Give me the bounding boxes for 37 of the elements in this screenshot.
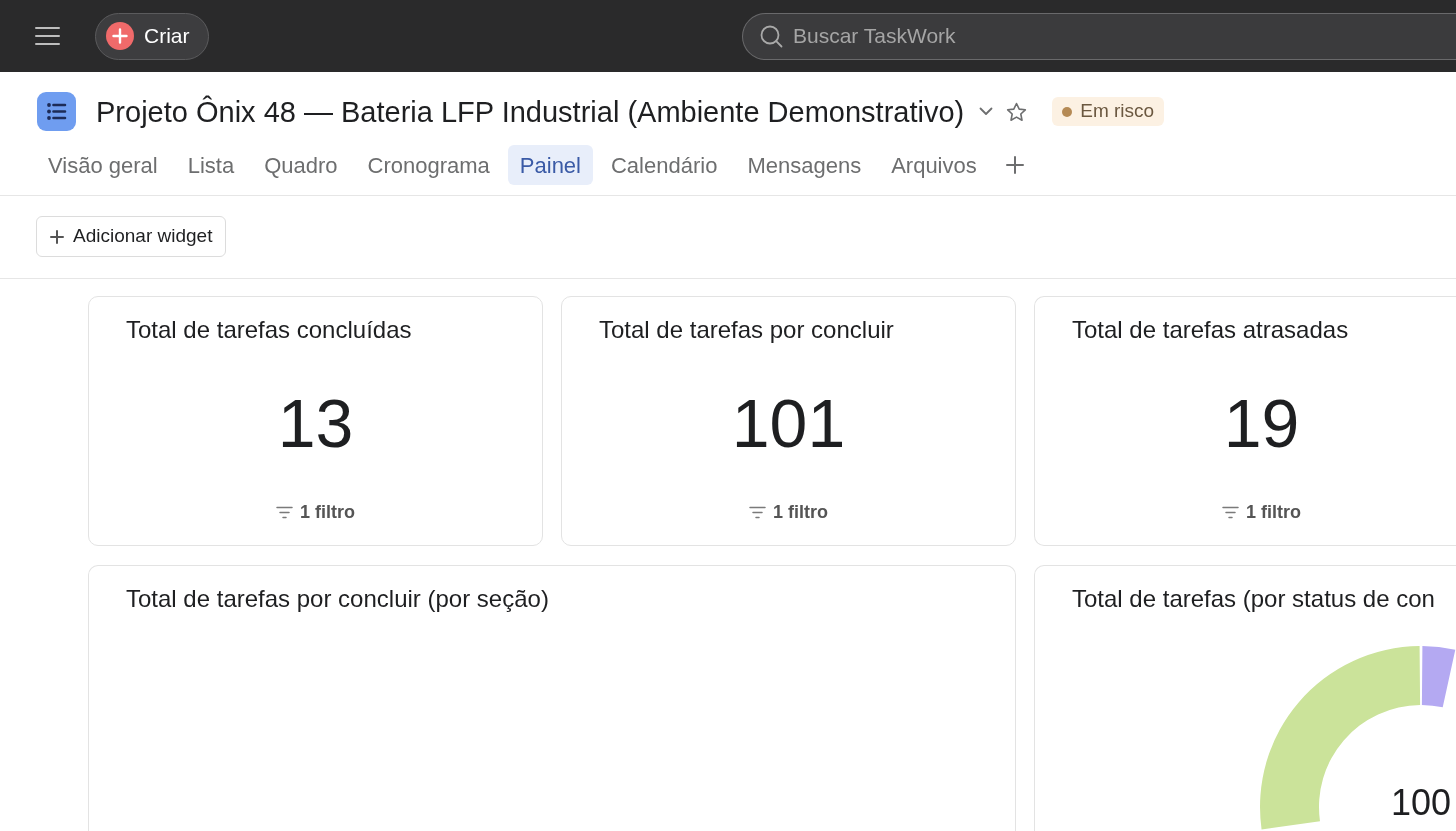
chevron-down-icon[interactable] [979, 107, 994, 116]
tab[interactable]: Quadro [252, 145, 350, 185]
search-icon [760, 24, 783, 48]
add-widget-button[interactable]: Adicionar widget [36, 216, 227, 257]
filter-icon [749, 505, 766, 519]
menu-icon[interactable] [35, 26, 60, 46]
star-icon[interactable] [1006, 101, 1028, 122]
filter-icon [276, 505, 293, 519]
tab[interactable]: Cronograma [355, 145, 502, 185]
card-title: Total de tarefas (por status de con [1072, 584, 1435, 614]
tab[interactable]: Painel [507, 145, 593, 185]
card-title: Total de tarefas atrasadas [1072, 315, 1349, 345]
tab[interactable]: Lista [175, 145, 247, 185]
tab[interactable]: Visão geral [36, 145, 170, 185]
filter-label[interactable]: 1 filtro [300, 500, 355, 524]
plus-icon[interactable] [1005, 156, 1024, 174]
status-label: Em risco [1080, 99, 1155, 124]
project-title: Projeto Ônix 48 — Bateria LFP Industrial (Ambiente Demonstrativo) [96, 94, 965, 130]
card-title: Total de tarefas concluídas [126, 315, 412, 345]
metric-value: 19 [1223, 384, 1300, 463]
filter-label[interactable]: 1 filtro [1246, 500, 1301, 524]
filter-icon [1222, 505, 1239, 519]
filter-label[interactable]: 1 filtro [773, 500, 828, 524]
card-title: Total de tarefas por concluir (por seção) [126, 584, 549, 614]
donut-center-value: 100 [1390, 782, 1452, 824]
status-dot-icon [1062, 106, 1073, 117]
plus-circle-icon [106, 22, 134, 50]
tab[interactable]: Mensagens [735, 145, 874, 185]
tab[interactable]: Arquivos [879, 145, 989, 185]
tab[interactable]: Calendário [599, 145, 730, 185]
metric-value: 13 [277, 384, 354, 463]
metric-value: 101 [731, 384, 846, 463]
create-button[interactable]: Criar [95, 12, 209, 60]
search-field[interactable]: Buscar TaskWork [742, 12, 1456, 60]
plus-icon [50, 229, 64, 244]
list-icon [37, 92, 76, 131]
card-title: Total de tarefas por concluir [599, 315, 894, 345]
